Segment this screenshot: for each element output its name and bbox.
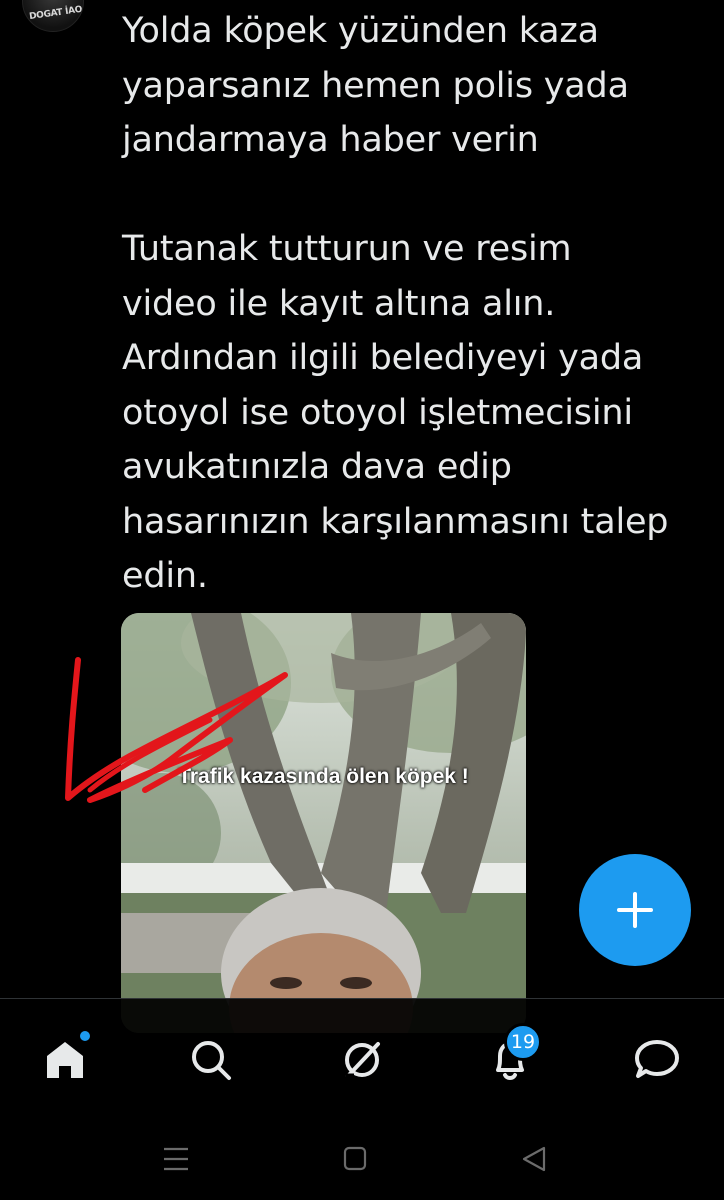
home-square-icon bbox=[343, 1146, 367, 1171]
bottom-nav bbox=[0, 998, 724, 1114]
compose-button[interactable] bbox=[579, 854, 691, 966]
message-icon bbox=[635, 1040, 679, 1078]
system-home-button[interactable] bbox=[335, 1144, 375, 1174]
home-unread-dot bbox=[78, 1029, 92, 1043]
grok-icon bbox=[345, 1042, 380, 1079]
tweet-text: Yolda köpek yüzünden kaza yaparsanız hem… bbox=[122, 11, 669, 596]
nav-search[interactable] bbox=[184, 1033, 238, 1087]
plus-icon bbox=[617, 892, 653, 928]
notification-badge: 19 bbox=[504, 1023, 542, 1061]
nav-grok[interactable] bbox=[335, 1033, 389, 1087]
red-annotation-mark bbox=[65, 657, 288, 803]
system-nav-bar bbox=[0, 1114, 724, 1200]
nav-messages[interactable] bbox=[630, 1033, 684, 1087]
avatar[interactable]: DOGAT İAO... bbox=[22, 0, 84, 32]
recents-icon bbox=[164, 1147, 188, 1171]
recents-button[interactable] bbox=[156, 1144, 196, 1174]
system-back-button[interactable] bbox=[514, 1144, 554, 1174]
search-icon bbox=[192, 1041, 231, 1080]
back-triangle-icon bbox=[522, 1146, 546, 1172]
avatar-label: DOGAT İAO... bbox=[28, 3, 84, 23]
home-icon bbox=[47, 1042, 83, 1078]
